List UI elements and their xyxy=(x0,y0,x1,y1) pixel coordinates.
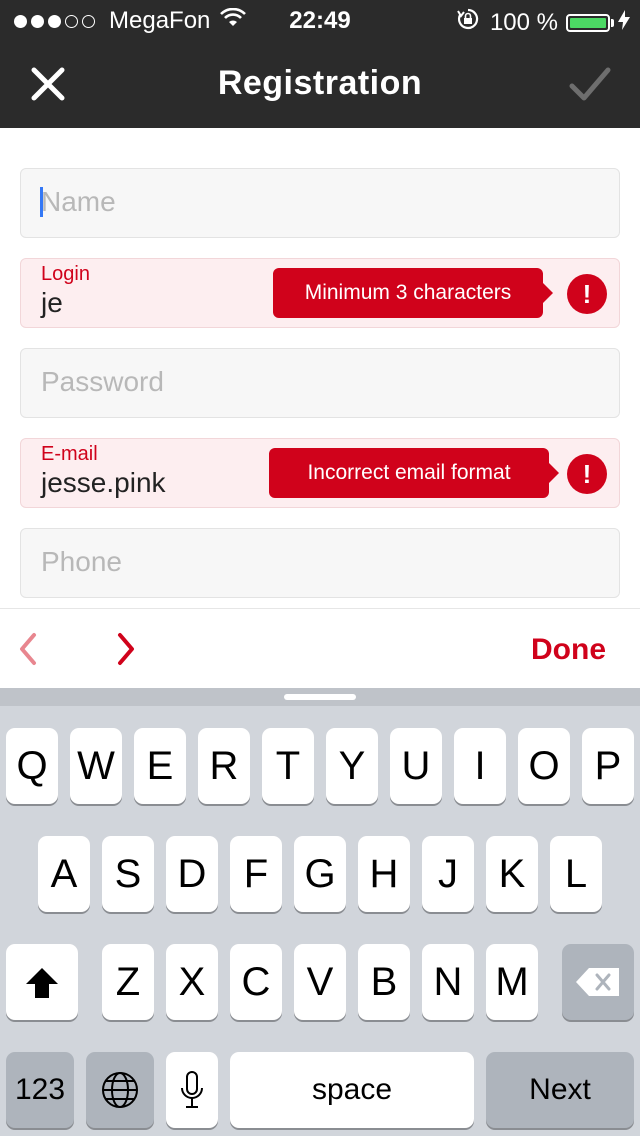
key-s[interactable]: S xyxy=(102,836,154,912)
battery-icon xyxy=(566,13,610,32)
keyboard-handle[interactable] xyxy=(284,694,356,700)
key-o[interactable]: O xyxy=(518,728,570,804)
key-e[interactable]: E xyxy=(134,728,186,804)
dictation-key[interactable] xyxy=(166,1052,218,1128)
key-m[interactable]: M xyxy=(486,944,538,1020)
phone-placeholder: Phone xyxy=(41,546,122,577)
globe-key[interactable] xyxy=(86,1052,154,1128)
key-b[interactable]: B xyxy=(358,944,410,1020)
chevron-right-icon xyxy=(118,633,134,665)
next-key[interactable]: Next xyxy=(486,1052,634,1128)
next-field-button[interactable] xyxy=(110,631,140,667)
key-f[interactable]: F xyxy=(230,836,282,912)
login-error-tooltip: Minimum 3 characters xyxy=(273,268,553,318)
key-t[interactable]: T xyxy=(262,728,314,804)
password-placeholder: Password xyxy=(41,366,164,397)
key-k[interactable]: K xyxy=(486,836,538,912)
login-error-icon[interactable]: ! xyxy=(567,274,607,314)
email-field[interactable]: E-mail jesse.pink Incorrect email format… xyxy=(20,438,620,508)
charging-bolt-icon xyxy=(618,9,630,37)
name-placeholder: Name xyxy=(41,186,116,217)
key-a[interactable]: A xyxy=(38,836,90,912)
key-v[interactable]: V xyxy=(294,944,346,1020)
key-z[interactable]: Z xyxy=(102,944,154,1020)
delete-key[interactable] xyxy=(562,944,634,1020)
key-c[interactable]: C xyxy=(230,944,282,1020)
login-field[interactable]: Login je Minimum 3 characters ! xyxy=(20,258,620,328)
confirm-button[interactable] xyxy=(566,60,614,108)
key-h[interactable]: H xyxy=(358,836,410,912)
shift-arrow-icon xyxy=(26,968,58,998)
login-value: je xyxy=(41,287,63,318)
chevron-left-icon xyxy=(20,633,36,665)
key-i[interactable]: I xyxy=(454,728,506,804)
key-n[interactable]: N xyxy=(422,944,474,1020)
key-w[interactable]: W xyxy=(70,728,122,804)
status-right: 100 % xyxy=(456,7,630,38)
password-field[interactable]: Password xyxy=(20,348,620,418)
phone-field[interactable]: Phone xyxy=(20,528,620,598)
key-x[interactable]: X xyxy=(166,944,218,1020)
key-q[interactable]: Q xyxy=(6,728,58,804)
done-button[interactable]: Done xyxy=(531,633,606,667)
key-r[interactable]: R xyxy=(198,728,250,804)
email-error-icon[interactable]: ! xyxy=(567,454,607,494)
key-l[interactable]: L xyxy=(550,836,602,912)
globe-icon xyxy=(102,1072,138,1108)
key-d[interactable]: D xyxy=(166,836,218,912)
orientation-lock-icon xyxy=(456,7,480,38)
backspace-icon xyxy=(576,968,619,996)
shift-key[interactable] xyxy=(6,944,78,1020)
email-value: jesse.pink xyxy=(41,467,166,498)
email-label: E-mail xyxy=(41,443,98,465)
login-label: Login xyxy=(41,263,90,285)
keyboard-accessory-bar: Done xyxy=(0,608,640,689)
checkmark-icon xyxy=(569,67,611,101)
numbers-key[interactable]: 123 xyxy=(6,1052,74,1128)
status-bar: MegaFon 22:49 100 % xyxy=(0,0,640,40)
key-y[interactable]: Y xyxy=(326,728,378,804)
name-field[interactable]: Name xyxy=(20,168,620,238)
microphone-icon xyxy=(181,1071,203,1108)
page-title: Registration xyxy=(217,64,423,102)
battery-percentage: 100 % xyxy=(489,8,558,36)
key-g[interactable]: G xyxy=(294,836,346,912)
email-error-tooltip: Incorrect email format xyxy=(269,448,559,498)
key-u[interactable]: U xyxy=(390,728,442,804)
navigation-bar: Registration xyxy=(0,40,640,128)
space-key[interactable]: space xyxy=(230,1052,474,1128)
registration-form: Name Login je Minimum 3 characters ! Pas… xyxy=(0,128,640,608)
keyboard: Q W E R T Y U I O P A S D F G H J K L Z … xyxy=(0,688,640,1136)
previous-field-button[interactable] xyxy=(14,631,44,667)
key-p[interactable]: P xyxy=(582,728,634,804)
battery-tip xyxy=(611,18,614,27)
key-j[interactable]: J xyxy=(422,836,474,912)
